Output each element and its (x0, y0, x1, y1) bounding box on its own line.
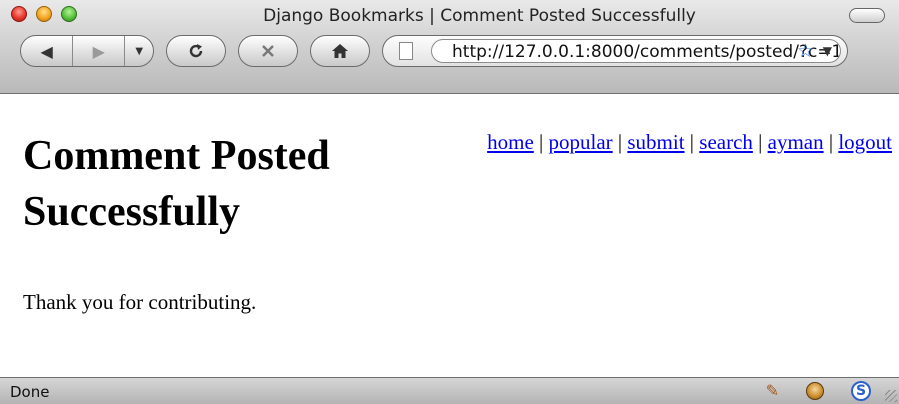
nav-separator: | (689, 130, 695, 154)
minimize-window-button[interactable] (36, 6, 52, 22)
site-nav: home | popular | submit | search | ayman… (487, 130, 892, 155)
back-button[interactable]: ◀ (21, 36, 74, 66)
nav-link-home[interactable]: home (487, 130, 534, 154)
firebug-icon[interactable]: ✎ (766, 381, 779, 400)
address-bar: http://127.0.0.1:8000/comments/posted/?c… (382, 35, 848, 67)
chevron-down-icon: ▼ (135, 45, 144, 57)
browser-chrome: Django Bookmarks | Comment Posted Succes… (0, 0, 899, 94)
reload-button[interactable] (166, 35, 226, 67)
bookmark-star-icon[interactable]: ☆ (797, 40, 814, 62)
history-dropdown-button[interactable]: ▼ (125, 36, 153, 66)
status-bar: Done ✎ S (0, 377, 899, 404)
nav-link-search[interactable]: search (699, 130, 753, 154)
url-input[interactable]: http://127.0.0.1:8000/comments/posted/?c… (431, 39, 841, 63)
stop-icon (262, 45, 274, 57)
zoom-window-button[interactable] (61, 6, 77, 22)
status-text: Done (10, 383, 50, 401)
nav-separator: | (617, 130, 623, 154)
url-history-chevron-icon[interactable]: ▼ (823, 44, 832, 58)
nav-separator: | (828, 130, 834, 154)
forward-button[interactable]: ▶ (73, 36, 126, 66)
close-window-button[interactable] (11, 6, 27, 22)
nav-link-submit[interactable]: submit (627, 130, 684, 154)
reload-icon (189, 44, 203, 58)
window-title: Django Bookmarks | Comment Posted Succes… (263, 6, 696, 26)
toolbar-toggle-button[interactable] (849, 8, 885, 23)
nav-link-user[interactable]: ayman (768, 130, 824, 154)
home-icon (332, 44, 348, 58)
back-arrow-icon: ◀ (40, 41, 53, 61)
greasemonkey-icon[interactable] (806, 382, 824, 400)
nav-separator: | (758, 130, 763, 154)
nav-separator: | (539, 130, 544, 154)
home-button[interactable] (310, 35, 370, 67)
back-forward-button-group: ◀ ▶ ▼ (20, 35, 154, 67)
forward-arrow-icon: ▶ (92, 41, 105, 61)
nav-link-popular[interactable]: popular (548, 130, 612, 154)
page-title: Comment Posted Successfully (23, 133, 330, 235)
s-extension-icon[interactable]: S (851, 381, 871, 401)
url-text: http://127.0.0.1:8000/comments/posted/?c… (452, 42, 841, 62)
page-icon (399, 42, 413, 60)
nav-link-logout[interactable]: logout (838, 130, 892, 154)
page-content: Comment Posted Successfully home | popul… (0, 95, 899, 377)
success-message: Thank you for contributing. (23, 290, 257, 314)
resize-grip-icon[interactable] (885, 390, 897, 402)
stop-button[interactable] (238, 35, 298, 67)
